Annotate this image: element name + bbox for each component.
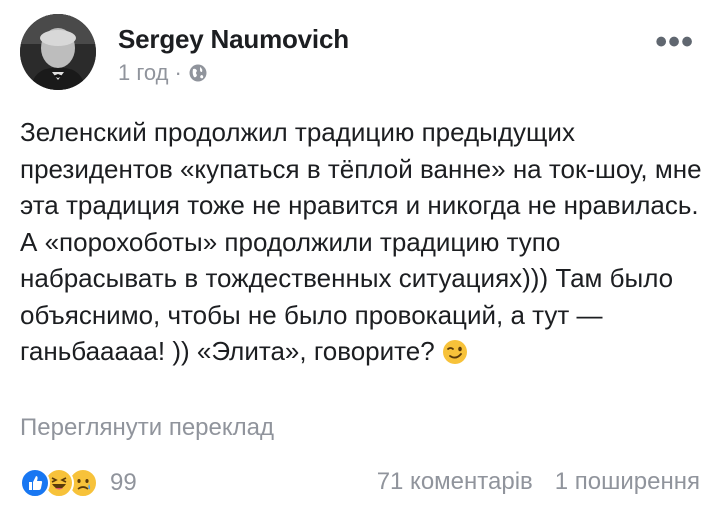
wink-emoji-icon — [442, 340, 467, 364]
avatar-portrait-icon — [20, 14, 96, 90]
post-time[interactable]: 1 год — [118, 60, 168, 86]
post-footer: 99 71 коментарів 1 поширення — [20, 468, 700, 508]
post-header: Sergey Naumovich 1 год · ••• — [20, 14, 700, 94]
globe-icon[interactable] — [188, 63, 208, 83]
like-icon — [20, 468, 50, 498]
post-text: Зеленский продолжил традицию предыдущих … — [20, 117, 709, 366]
engagement-stats: 71 коментарів 1 поширення — [377, 468, 700, 496]
more-options-icon[interactable]: ••• — [655, 25, 694, 59]
shares-count-link[interactable]: 1 поширення — [555, 468, 700, 496]
comments-count-link[interactable]: 71 коментарів — [377, 468, 533, 496]
post-meta: 1 год · — [118, 60, 208, 86]
post-body: Зеленский продолжил традицию предыдущих … — [20, 114, 710, 370]
avatar[interactable] — [20, 14, 96, 90]
meta-separator: · — [174, 60, 182, 85]
see-translation-link[interactable]: Переглянути переклад — [20, 414, 274, 442]
reactions-summary[interactable]: 99 — [20, 468, 137, 498]
reaction-count: 99 — [110, 469, 137, 496]
author-name[interactable]: Sergey Naumovich — [118, 24, 349, 55]
